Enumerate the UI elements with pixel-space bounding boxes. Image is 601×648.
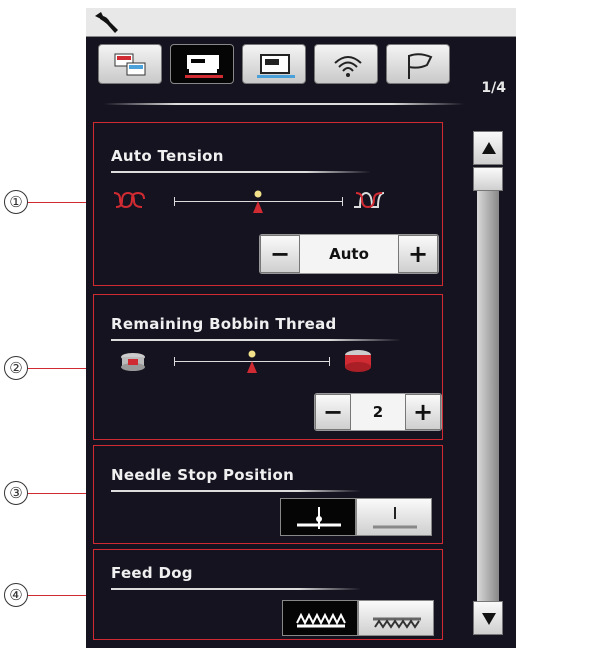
auto-tension-value: Auto bbox=[329, 245, 369, 263]
auto-tension-title: Auto Tension bbox=[111, 147, 224, 165]
bobbin-value: 2 bbox=[372, 403, 384, 421]
bobbin-plus-button[interactable]: + bbox=[405, 394, 441, 430]
callout-2: ② bbox=[4, 356, 28, 380]
bobbin-stepper: − 2 + bbox=[314, 393, 442, 431]
scrollbar[interactable] bbox=[473, 131, 503, 636]
wireless-icon bbox=[334, 56, 362, 77]
needle-stop-panel: Needle Stop Position bbox=[93, 445, 443, 544]
tab-embroidery-settings[interactable] bbox=[242, 44, 306, 84]
title-underline bbox=[111, 490, 361, 492]
callout-line-3 bbox=[28, 493, 94, 494]
tab-machine-settings[interactable] bbox=[98, 44, 162, 84]
scroll-up-button[interactable] bbox=[473, 131, 503, 165]
callout-line-4 bbox=[28, 595, 94, 596]
slider-marker bbox=[253, 190, 263, 213]
callout-line-2 bbox=[28, 368, 94, 369]
tab-wireless-settings[interactable] bbox=[314, 44, 378, 84]
feed-dog-up-button[interactable] bbox=[282, 600, 358, 636]
callout-3: ③ bbox=[4, 481, 28, 505]
page-indicator: 1/4 bbox=[481, 80, 506, 96]
scroll-track[interactable] bbox=[477, 191, 499, 601]
title-underline bbox=[111, 171, 371, 173]
wrench-icon bbox=[95, 12, 118, 33]
feed-dog-panel: Feed Dog bbox=[93, 549, 443, 640]
callout-line-1 bbox=[28, 202, 94, 203]
title-underline bbox=[111, 588, 361, 590]
tab-sewing-settings[interactable] bbox=[170, 44, 234, 84]
bobbin-thread-title: Remaining Bobbin Thread bbox=[111, 315, 337, 333]
feed-dog-down-icon bbox=[373, 617, 421, 629]
flag-icon bbox=[408, 53, 433, 79]
bobbin-full-icon bbox=[345, 350, 371, 372]
tab-divider bbox=[104, 103, 464, 105]
bobbin-thread-panel: Remaining Bobbin Thread − 2 + bbox=[93, 294, 443, 440]
scroll-thumb[interactable] bbox=[473, 167, 503, 191]
tight-tension-icon bbox=[354, 191, 385, 209]
loose-tension-icon bbox=[113, 191, 145, 209]
tab-language-settings[interactable] bbox=[386, 44, 450, 84]
auto-tension-panel: Auto Tension − Auto + bbox=[93, 122, 443, 286]
bobbin-minus-button[interactable]: − bbox=[315, 394, 351, 430]
auto-tension-stepper: − Auto + bbox=[259, 234, 439, 274]
embroidery-machine-icon bbox=[257, 54, 295, 78]
auto-tension-minus-button[interactable]: − bbox=[260, 235, 300, 273]
auto-tension-plus-button[interactable]: + bbox=[398, 235, 438, 273]
slider-marker bbox=[247, 350, 257, 373]
sewing-machine-icon bbox=[185, 55, 223, 78]
feed-dog-up-icon bbox=[296, 612, 346, 628]
slider-right-end bbox=[329, 357, 330, 366]
needle-down-button[interactable] bbox=[280, 498, 356, 536]
needle-up-icon bbox=[373, 507, 417, 529]
feed-dog-down-button[interactable] bbox=[358, 600, 434, 636]
slider-right-end bbox=[342, 197, 343, 206]
needle-down-icon bbox=[297, 507, 341, 529]
feed-dog-title: Feed Dog bbox=[111, 564, 193, 582]
callout-1: ① bbox=[4, 190, 28, 214]
needle-stop-title: Needle Stop Position bbox=[111, 466, 295, 484]
needle-up-button[interactable] bbox=[356, 498, 432, 536]
title-underline bbox=[111, 339, 401, 341]
callout-4: ④ bbox=[4, 583, 28, 607]
scroll-down-button[interactable] bbox=[473, 601, 503, 635]
title-bar bbox=[86, 8, 516, 37]
arrow-down-icon bbox=[482, 613, 496, 625]
bobbin-empty-icon bbox=[121, 353, 145, 371]
machine-settings-icon bbox=[114, 53, 146, 76]
settings-screen: 1/4 Auto Tension − Auto + Remaining Bobb… bbox=[86, 8, 516, 648]
arrow-up-icon bbox=[482, 142, 496, 154]
